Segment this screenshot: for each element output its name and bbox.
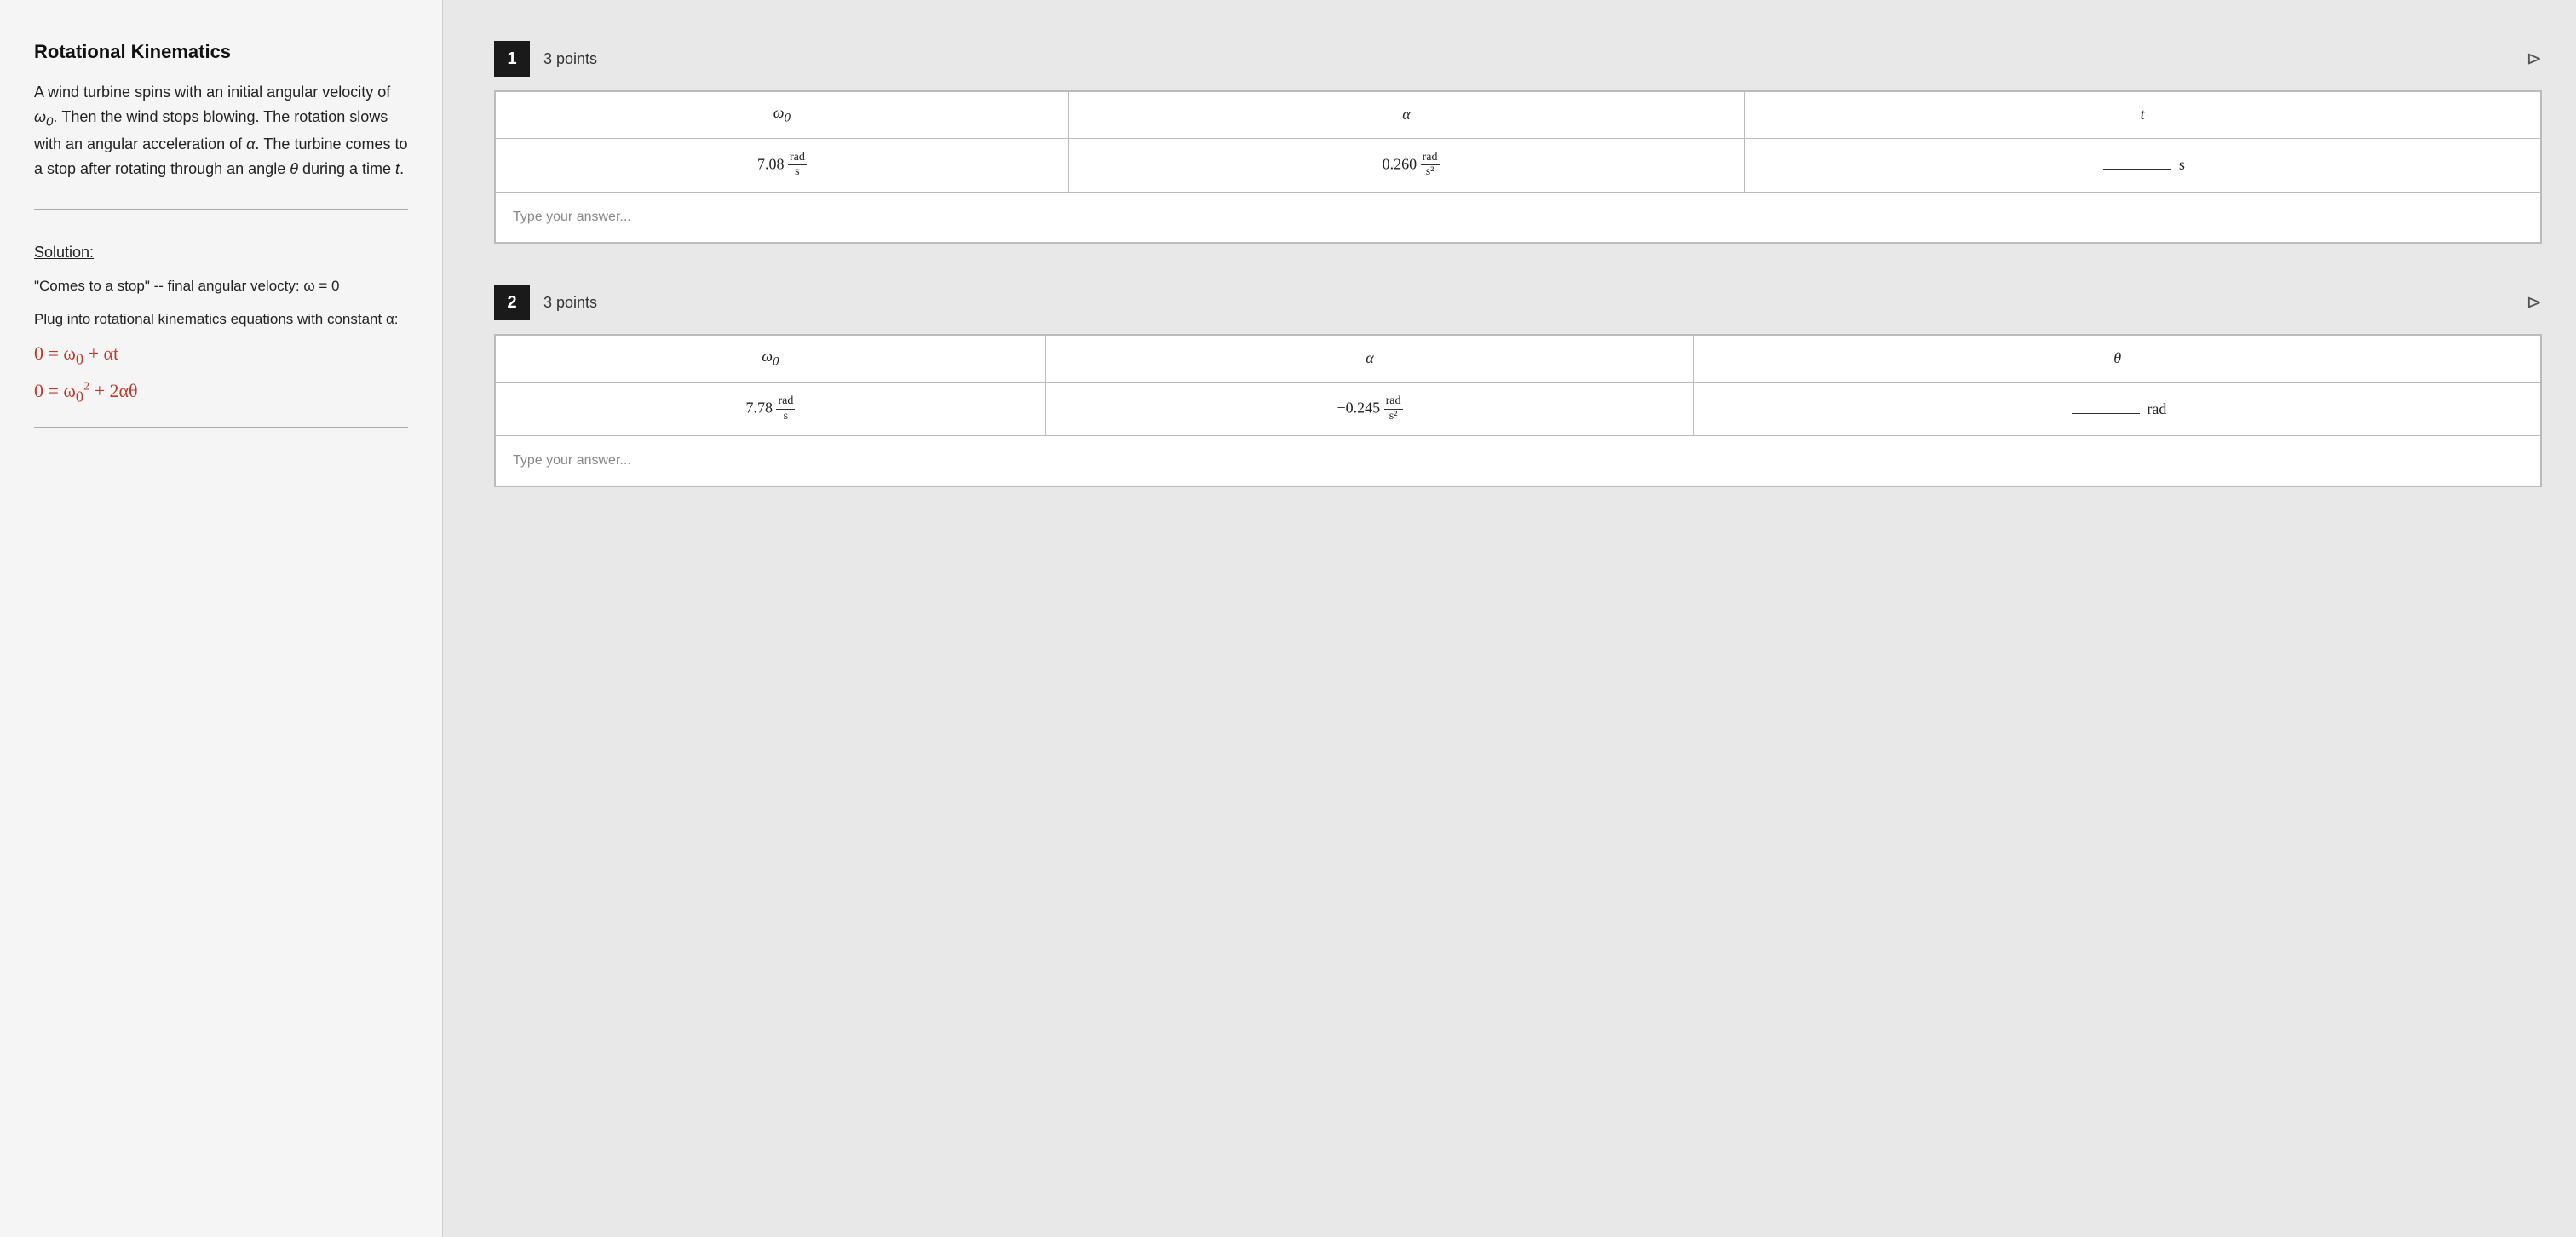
question-1-table-wrapper: ω0 α t 7.08 rads (494, 90, 2542, 244)
question-2-answer-placeholder[interactable]: Type your answer... (513, 450, 2523, 472)
question-1-answer-placeholder[interactable]: Type your answer... (513, 206, 2523, 228)
question-1-points: 3 points (543, 50, 597, 68)
left-panel: Rotational Kinematics A wind turbine spi… (0, 0, 443, 1237)
cell-theta-2: rad (1694, 382, 2541, 436)
question-1-answer-row[interactable]: Type your answer... (495, 193, 2541, 243)
cell-omega0-1: 7.08 rads (496, 138, 1069, 193)
divider-1 (34, 209, 408, 210)
col-header-alpha-2: α (1045, 336, 1694, 383)
solution-label: Solution: (34, 244, 408, 262)
pin-icon-1[interactable]: ⊳ (2527, 48, 2542, 70)
question-2-points: 3 points (543, 294, 597, 312)
problem-text: A wind turbine spins with an initial ang… (34, 80, 408, 181)
question-2-number: 2 (494, 285, 530, 320)
right-panel: 1 3 points ⊳ ω0 α t (443, 0, 2576, 562)
question-block-1: 1 3 points ⊳ ω0 α t (494, 41, 2542, 244)
cell-alpha-2: −0.245 rads² (1045, 382, 1694, 436)
col-header-omega0-2: ω0 (496, 336, 1046, 383)
section-title: Rotational Kinematics (34, 41, 408, 63)
question-2-table: ω0 α θ 7.78 rads (495, 335, 2541, 436)
solution-line2: Plug into rotational kinematics equation… (34, 308, 408, 331)
question-1-header: 1 3 points ⊳ (494, 41, 2542, 77)
equation-1: 0 = ω0 + αt (34, 342, 408, 368)
cell-alpha-1: −0.260 rads² (1068, 138, 1744, 193)
solution-section: Solution: "Comes to a stop" -- final ang… (34, 244, 408, 406)
cell-t-1: s (1745, 138, 2541, 193)
pin-icon-2[interactable]: ⊳ (2527, 291, 2542, 314)
question-1-table: ω0 α t 7.08 rads (495, 91, 2541, 193)
table-2-values-row: 7.78 rads −0.245 rads² rad (496, 382, 2541, 436)
question-block-2: 2 3 points ⊳ ω0 α θ (494, 285, 2542, 487)
question-2-answer-row[interactable]: Type your answer... (495, 436, 2541, 486)
col-header-t-1: t (1745, 92, 2541, 139)
solution-line1: "Comes to a stop" -- final angular veloc… (34, 275, 408, 297)
table-2-header-row: ω0 α θ (496, 336, 2541, 383)
question-2-header: 2 3 points ⊳ (494, 285, 2542, 320)
question-1-number: 1 (494, 41, 530, 77)
equation-2: 0 = ω02 + 2αθ (34, 380, 408, 406)
col-header-alpha-1: α (1068, 92, 1744, 139)
cell-omega0-2: 7.78 rads (496, 382, 1046, 436)
question-2-table-wrapper: ω0 α θ 7.78 rads (494, 334, 2542, 487)
table-1-values-row: 7.08 rads −0.260 rads² s (496, 138, 2541, 193)
col-header-theta-2: θ (1694, 336, 2541, 383)
col-header-omega0-1: ω0 (496, 92, 1069, 139)
divider-2 (34, 427, 408, 428)
table-1-header-row: ω0 α t (496, 92, 2541, 139)
